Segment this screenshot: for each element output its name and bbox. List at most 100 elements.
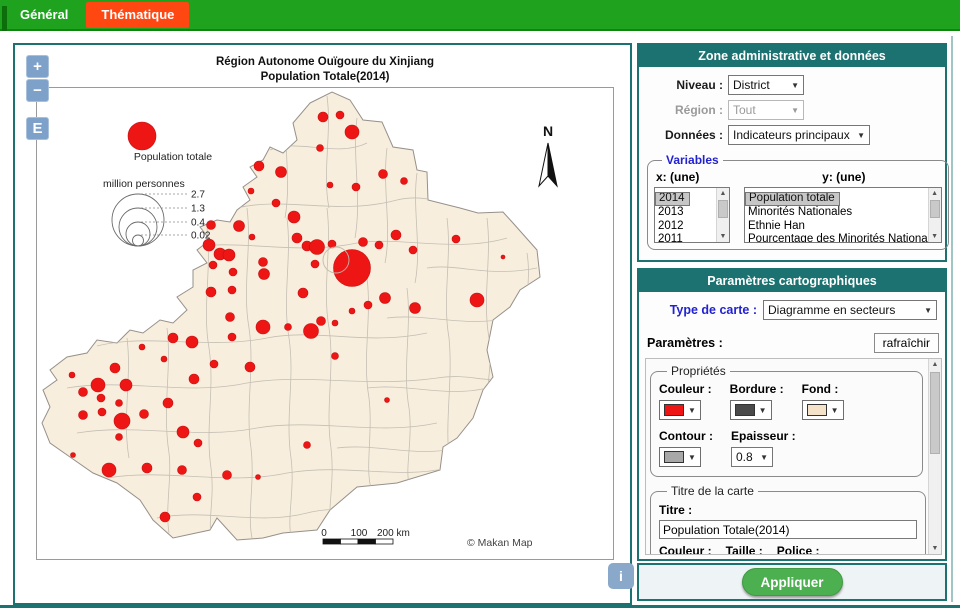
listbox-option[interactable]: 2012 xyxy=(655,220,716,234)
variables-legend: Variables xyxy=(662,153,723,167)
population-bubble xyxy=(380,293,391,304)
population-bubble xyxy=(120,379,132,391)
x-year-listbox[interactable]: 2014201320122011 ▲ ▼ xyxy=(654,187,730,243)
population-bubble xyxy=(452,235,460,243)
north-arrow-icon xyxy=(539,143,557,186)
population-bubble xyxy=(332,353,339,360)
map-title-legend: Titre de la carte xyxy=(667,484,758,498)
admin-panel-header: Zone administrative et données xyxy=(639,45,945,67)
population-bubble xyxy=(110,363,120,373)
population-bubble xyxy=(163,398,173,408)
refresh-button[interactable]: rafraîchir xyxy=(874,333,939,353)
xinjiang-region-shape xyxy=(42,92,540,540)
xinjiang-map: Population totale million personnes 2.71… xyxy=(37,88,613,559)
population-bubble xyxy=(91,378,105,392)
y-listbox-scrollbar[interactable]: ▲ ▼ xyxy=(928,188,941,242)
y-variable-listbox[interactable]: Population totaleMinorités NationalesEth… xyxy=(744,187,942,243)
map-title: Région Autonome Ouïgoure du Xinjiang Pop… xyxy=(36,55,614,85)
x-listbox-scrollbar[interactable]: ▲ ▼ xyxy=(716,188,729,242)
contour-swatch-select[interactable]: ▼ xyxy=(659,447,701,467)
legend-size-value: 0.02 xyxy=(191,231,211,242)
population-bubble xyxy=(288,211,300,223)
population-bubble xyxy=(114,413,130,429)
zoom-in-button[interactable]: + xyxy=(26,55,49,78)
map-title-fieldset: Titre de la carte Titre : Couleur : Tail… xyxy=(650,484,926,555)
scale-tick-200: 200 km xyxy=(377,528,410,539)
population-bubble xyxy=(97,394,105,402)
chevron-down-icon: ▼ xyxy=(759,406,767,415)
extent-button[interactable]: E xyxy=(26,117,49,140)
map-frame[interactable]: Population totale million personnes 2.71… xyxy=(36,87,614,560)
scroll-down-icon[interactable]: ▼ xyxy=(717,231,729,242)
topbar-left-accent xyxy=(2,6,7,31)
niveau-select[interactable]: District ▼ xyxy=(728,75,804,95)
tab-general[interactable]: Général xyxy=(20,7,68,22)
map-title-line2: Population Totale(2014) xyxy=(36,70,614,85)
scroll-up-icon[interactable]: ▲ xyxy=(929,188,941,199)
population-bubble xyxy=(228,286,236,294)
population-bubble xyxy=(317,145,324,152)
population-bubble xyxy=(116,434,123,441)
population-bubble xyxy=(318,112,328,122)
parameters-scroll-region[interactable]: Propriétés Couleur : ▼ Bordure : ▼ xyxy=(645,358,942,555)
population-bubble xyxy=(311,260,319,268)
north-label: N xyxy=(543,123,553,139)
chevron-down-icon: ▼ xyxy=(791,106,799,115)
page-bottom-border xyxy=(0,605,960,608)
listbox-option[interactable]: Population totale xyxy=(745,192,840,206)
listbox-option[interactable]: Pourcentage des Minorités Nationa xyxy=(745,233,928,243)
chevron-down-icon: ▼ xyxy=(791,81,799,90)
population-bubble xyxy=(336,111,344,119)
scrollbar-thumb[interactable] xyxy=(718,200,728,218)
fond-swatch-select[interactable]: ▼ xyxy=(802,400,844,420)
map-type-select[interactable]: Diagramme en secteurs ▼ xyxy=(763,300,937,320)
scrollbar-thumb[interactable] xyxy=(930,200,940,218)
population-bubble xyxy=(345,125,359,139)
population-bubble xyxy=(256,475,261,480)
region-select[interactable]: Tout ▼ xyxy=(728,100,804,120)
epaisseur-select[interactable]: 0.8 ▼ xyxy=(731,447,773,467)
population-bubble xyxy=(379,170,388,179)
population-bubble xyxy=(116,400,123,407)
scroll-up-icon[interactable]: ▲ xyxy=(929,359,941,370)
scroll-up-icon[interactable]: ▲ xyxy=(717,188,729,199)
scroll-down-icon[interactable]: ▼ xyxy=(929,231,941,242)
listbox-option[interactable]: 2011 xyxy=(655,233,716,243)
population-bubble xyxy=(298,288,308,298)
chevron-down-icon: ▼ xyxy=(688,406,696,415)
variables-fieldset: Variables x: (une) 2014201320122011 ▲ ▼ … xyxy=(647,153,949,250)
listbox-option[interactable]: Ethnie Han xyxy=(745,220,928,234)
population-bubble xyxy=(304,324,319,339)
population-bubble xyxy=(249,234,255,240)
apply-button[interactable]: Appliquer xyxy=(742,568,843,596)
titre-input[interactable] xyxy=(659,520,917,539)
couleur-swatch-select[interactable]: ▼ xyxy=(659,400,701,420)
population-bubble xyxy=(229,268,237,276)
epaisseur-label: Epaisseur : xyxy=(731,429,796,443)
legend-symbol-label: Population totale xyxy=(134,151,212,163)
population-bubble xyxy=(189,374,199,384)
scrollbar-thumb[interactable] xyxy=(930,372,940,454)
population-bubble xyxy=(332,320,338,326)
population-bubble xyxy=(292,233,302,243)
scroll-down-icon[interactable]: ▼ xyxy=(929,543,941,554)
region-value: Tout xyxy=(733,103,756,117)
population-bubble xyxy=(234,221,245,232)
x-axis-label: x: (une) xyxy=(656,170,736,184)
bordure-swatch-select[interactable]: ▼ xyxy=(730,400,772,420)
population-bubble xyxy=(79,388,88,397)
listbox-option[interactable]: 2014 xyxy=(655,192,690,206)
population-bubble xyxy=(385,398,390,403)
info-button[interactable]: i xyxy=(608,563,634,589)
population-bubble xyxy=(470,293,484,307)
zoom-out-button[interactable]: − xyxy=(26,79,49,102)
population-bubble xyxy=(160,512,170,522)
tab-thematique[interactable]: Thématique xyxy=(86,2,189,28)
listbox-option[interactable]: Minorités Nationales xyxy=(745,206,928,220)
listbox-option[interactable]: 2013 xyxy=(655,206,716,220)
population-bubble xyxy=(401,178,408,185)
carto-params-panel: Paramètres cartographiques Type de carte… xyxy=(637,268,947,561)
population-bubble xyxy=(69,372,75,378)
donnees-select[interactable]: Indicateurs principaux ▼ xyxy=(728,125,870,145)
parameters-scrollbar[interactable]: ▲ ▼ xyxy=(928,359,941,554)
